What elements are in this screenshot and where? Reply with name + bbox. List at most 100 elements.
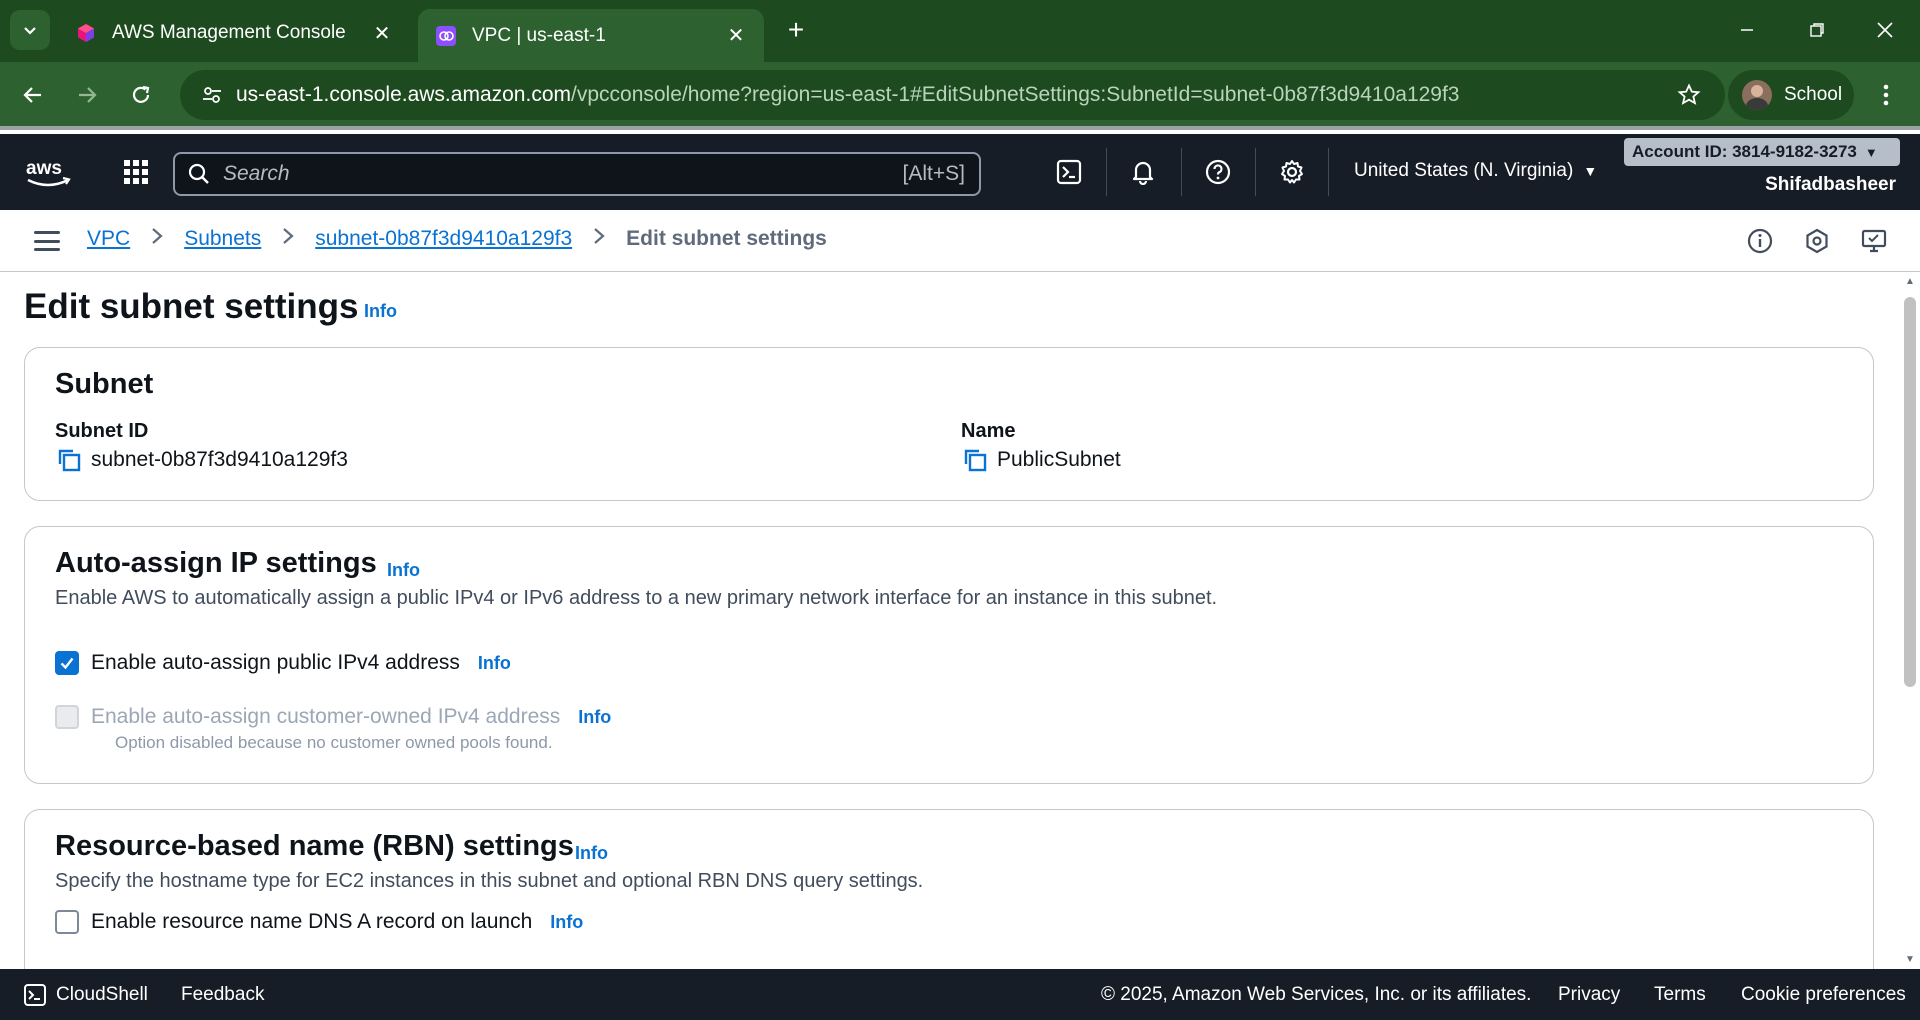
cloudshell-icon[interactable] [1053,156,1085,188]
copy-icon[interactable] [961,446,989,474]
restore-icon[interactable] [1794,8,1840,52]
tab-vpc[interactable]: VPC | us-east-1 ✕ [418,9,764,62]
main-content: Edit subnet settings Info Subnet Subnet … [0,273,1900,969]
close-window-icon[interactable] [1862,8,1908,52]
ipv4-checkbox-row: Enable auto-assign public IPv4 address I… [55,651,511,675]
account-menu[interactable]: Account ID: 3814-9182-3273 ▼ [1624,138,1900,166]
kebab-icon[interactable] [1870,78,1902,112]
cloudshell-label: CloudShell [56,984,148,1005]
breadcrumb-subnet-id[interactable]: subnet-0b87f3d9410a129f3 [315,227,572,251]
dns-a-info-link[interactable]: Info [550,912,583,933]
tab-search-button[interactable] [10,10,50,50]
breadcrumb-subnets[interactable]: Subnets [184,227,261,251]
customer-owned-info-link[interactable]: Info [578,707,611,728]
chevron-right-icon [592,227,606,251]
subnet-id-text: subnet-0b87f3d9410a129f3 [91,448,348,471]
breadcrumb: VPC Subnets subnet-0b87f3d9410a129f3 Edi… [87,227,827,251]
site-info-icon[interactable] [188,70,236,120]
hamburger-icon[interactable] [34,228,60,254]
close-icon[interactable]: ✕ [724,24,748,48]
auto-assign-ip-card: Auto-assign IP settings Info Enable AWS … [24,526,1874,784]
profile-button[interactable]: School [1728,70,1854,120]
check-icon [60,657,74,670]
scroll-up-arrow[interactable]: ▲ [1905,277,1915,287]
rbn-info-link[interactable]: Info [575,843,608,864]
aws-cube-icon [74,21,98,45]
profile-name: School [1784,84,1843,105]
plus-icon[interactable]: + [780,14,812,46]
customer-owned-checkbox [55,705,79,729]
customer-owned-label: Enable auto-assign customer-owned IPv4 a… [91,705,561,728]
rbn-settings-card: Resource-based name (RBN) settings Info … [24,809,1874,969]
rbn-heading: Resource-based name (RBN) settings [55,830,574,862]
ipv4-info-link[interactable]: Info [478,653,511,674]
info-circle-icon[interactable] [1745,226,1775,256]
username[interactable]: Shifadbasheer [1765,174,1896,196]
copy-icon[interactable] [55,446,83,474]
page-scrollbar[interactable]: ▲ ▼ [1900,273,1920,969]
footer-privacy-link[interactable]: Privacy [1558,984,1620,1006]
auto-assign-description: Enable AWS to automatically assign a pub… [55,587,1218,609]
footer-feedback-link[interactable]: Feedback [181,984,264,1006]
forward-icon[interactable] [66,74,108,116]
footer-cookie-preferences-link[interactable]: Cookie preferences [1741,984,1906,1006]
region-label: United States (N. Virginia) [1354,160,1574,181]
dns-a-checkbox[interactable] [55,910,79,934]
gear-icon[interactable] [1276,156,1308,188]
header-divider [1328,148,1329,196]
minimize-icon[interactable] [1724,8,1770,52]
region-selector[interactable]: United States (N. Virginia) ▼ [1354,160,1597,182]
page-info-link[interactable]: Info [364,301,397,322]
avatar [1742,80,1772,110]
url-path: /vpcconsole/home?region=us-east-1#EditSu… [571,83,1460,106]
scroll-down-arrow[interactable]: ▼ [1905,955,1915,965]
search-input[interactable]: Search [Alt+S] [173,152,981,196]
subnet-card: Subnet Subnet ID subnet-0b87f3d9410a129f… [24,347,1874,501]
security-hexagon-icon[interactable] [1802,226,1832,256]
dns-a-checkbox-row: Enable resource name DNS A record on lau… [55,910,583,934]
apps-grid-icon[interactable] [118,154,154,190]
name-label: Name [961,420,1016,442]
chevron-right-icon [281,227,295,251]
url-text: us-east-1.console.aws.amazon.com/vpccons… [236,83,1460,107]
aws-logo[interactable]: aws [24,156,74,190]
tab-aws-management-console[interactable]: AWS Management Console ✕ [58,9,410,57]
tab-title: VPC | us-east-1 [472,24,606,46]
customer-owned-checkbox-row: Enable auto-assign customer-owned IPv4 a… [55,705,611,729]
star-icon[interactable] [1675,81,1703,109]
back-icon[interactable] [12,74,54,116]
url-host: us-east-1.console.aws.amazon.com [236,83,571,106]
close-icon[interactable]: ✕ [370,21,394,45]
auto-assign-info-link[interactable]: Info [387,560,420,581]
aws-top-navigation: aws Search [Alt+S] United States (N. Vir… [0,134,1920,210]
ipv4-checkbox[interactable] [55,651,79,675]
help-icon[interactable] [1202,156,1234,188]
name-value: PublicSubnet [961,446,1121,474]
bell-icon[interactable] [1127,156,1159,188]
breadcrumb-current: Edit subnet settings [626,227,827,250]
chevron-right-icon [150,227,164,251]
tab-title: AWS Management Console [112,22,346,43]
scroll-thumb[interactable] [1904,297,1916,687]
dns-a-checkbox-label[interactable]: Enable resource name DNS A record on lau… [91,910,532,934]
vpc-icon [434,24,458,48]
footer-copyright: © 2025, Amazon Web Services, Inc. or its… [1101,984,1532,1005]
breadcrumb-vpc[interactable]: VPC [87,227,130,251]
address-bar[interactable]: us-east-1.console.aws.amazon.com/vpccons… [180,70,1725,120]
footer-cloudshell-button[interactable]: CloudShell [22,982,148,1008]
footer-terms-link[interactable]: Terms [1654,984,1706,1006]
caret-down-icon: ▼ [1583,163,1598,179]
page-title: Edit subnet settings [24,287,359,326]
reload-icon[interactable] [120,74,162,116]
display-icon[interactable] [1859,226,1889,256]
search-icon [175,163,223,185]
rbn-description: Specify the hostname type for EC2 instan… [55,870,924,892]
svg-text:aws: aws [26,158,62,179]
header-divider [1255,148,1256,196]
chevron-down-icon [24,27,36,35]
caret-down-icon: ▼ [1864,144,1878,160]
ipv4-checkbox-label[interactable]: Enable auto-assign public IPv4 address [91,651,460,675]
account-id: Account ID: 3814-9182-3273 [1632,142,1857,161]
search-shortcut: [Alt+S] [902,162,965,185]
header-divider [1181,148,1182,196]
